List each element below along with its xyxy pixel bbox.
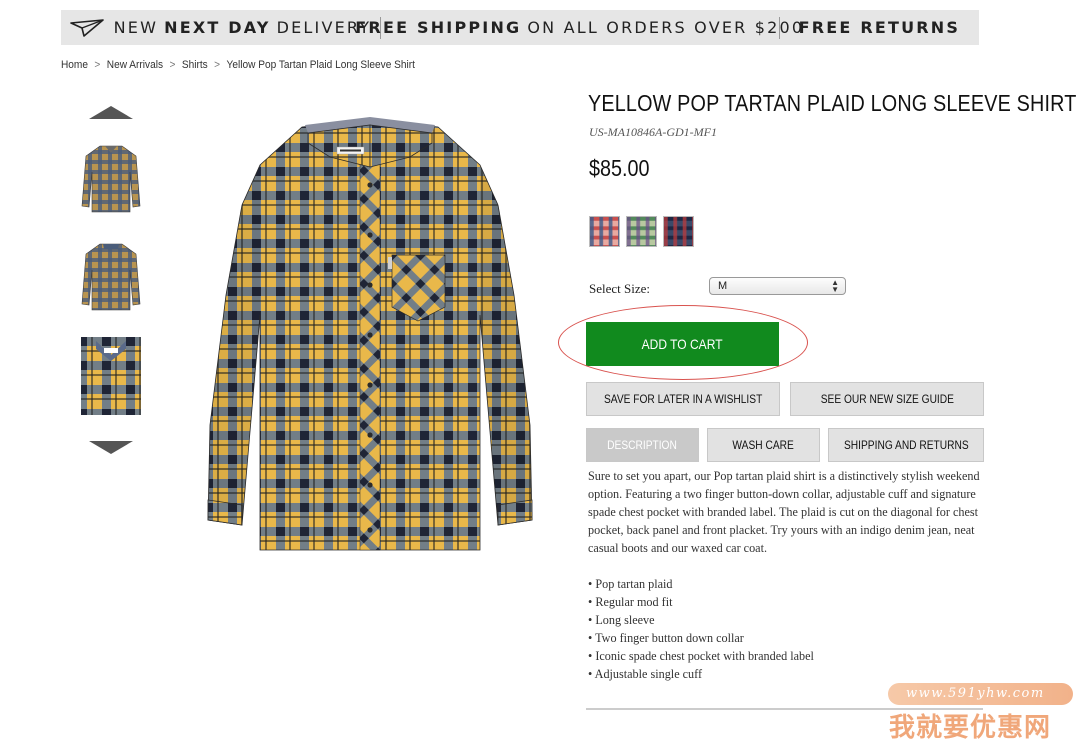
promo-free-shipping-bold: FREE SHIPPING — [355, 18, 522, 37]
arrow-down-icon[interactable] — [89, 441, 133, 454]
breadcrumb-new-arrivals[interactable]: New Arrivals — [107, 59, 163, 71]
breadcrumb-home[interactable]: Home — [61, 59, 88, 71]
promo-free-returns[interactable]: FREE RETURNS — [780, 10, 979, 45]
watermark-url: www.591yhw.com — [906, 686, 1045, 701]
wishlist-label: SAVE FOR LATER IN A WISHLIST — [603, 392, 763, 406]
size-guide-button[interactable]: SEE OUR NEW SIZE GUIDE — [790, 382, 984, 416]
tab-description[interactable]: DESCRIPTION — [586, 428, 699, 462]
tab-wash-care-label: WASH CARE — [732, 438, 795, 452]
size-select-value: M — [718, 280, 728, 292]
feature-item: Adjustable single cuff — [588, 665, 983, 683]
size-label: Select Size: — [589, 281, 651, 296]
tartan-navy-swatch[interactable] — [663, 216, 694, 247]
breadcrumb-separator: > — [94, 59, 101, 71]
product-main-image[interactable] — [180, 95, 560, 565]
tab-description-label: DESCRIPTION — [607, 438, 678, 452]
product-sku: US-MA10846A-GD1-MF1 — [589, 125, 717, 139]
feature-item: Long sleeve — [588, 611, 983, 629]
thumbnail-front[interactable] — [78, 140, 144, 218]
size-guide-label: SEE OUR NEW SIZE GUIDE — [820, 392, 954, 406]
add-to-cart-label: ADD TO CART — [642, 336, 723, 352]
tab-shipping-returns[interactable]: SHIPPING AND RETURNS — [828, 428, 984, 462]
breadcrumb: Home > New Arrivals > Shirts > Yellow Po… — [61, 59, 415, 71]
breadcrumb-separator: > — [169, 59, 176, 71]
feature-item: Pop tartan plaid — [588, 575, 983, 593]
product-description: Sure to set you apart, our Pop tartan pl… — [588, 469, 980, 555]
feature-item: Iconic spade chest pocket with branded l… — [588, 647, 983, 665]
feature-item: Regular mod fit — [588, 593, 983, 611]
feature-list: Pop tartan plaid Regular mod fit Long sl… — [588, 575, 983, 683]
feature-item: Two finger button down collar — [588, 629, 983, 647]
updown-icon: ▲ ▼ — [831, 278, 839, 294]
thumbnail-detail[interactable] — [78, 337, 144, 415]
product-price: $85.00 — [589, 155, 650, 181]
breadcrumb-separator: > — [214, 59, 221, 71]
promo-next-day-bold: NEXT DAY — [164, 18, 271, 37]
wishlist-button[interactable]: SAVE FOR LATER IN A WISHLIST — [586, 382, 780, 416]
paper-plane-icon — [69, 18, 104, 37]
tartan-red-swatch[interactable] — [589, 216, 620, 247]
size-select[interactable]: M ▲ ▼ — [709, 277, 846, 295]
promo-next-day-pre: NEW — [113, 18, 159, 37]
product-title: YELLOW POP TARTAN PLAID LONG SLEEVE SHIR… — [588, 90, 1077, 116]
tab-shipping-returns-label: SHIPPING AND RETURNS — [843, 438, 969, 452]
breadcrumb-shirts[interactable]: Shirts — [182, 59, 208, 71]
promo-bar: NEW NEXT DAY DELIVERY FREE SHIPPING ON A… — [61, 10, 979, 45]
arrow-up-icon[interactable] — [89, 106, 133, 119]
thumbnail-back[interactable] — [78, 238, 144, 316]
promo-next-day[interactable]: NEW NEXT DAY DELIVERY — [61, 10, 380, 45]
promo-free-returns-bold: FREE RETURNS — [798, 18, 961, 37]
breadcrumb-current: Yellow Pop Tartan Plaid Long Sleeve Shir… — [226, 59, 415, 71]
promo-free-shipping[interactable]: FREE SHIPPING ON ALL ORDERS OVER $200 — [355, 10, 802, 45]
add-to-cart-button[interactable]: ADD TO CART — [586, 322, 779, 366]
promo-free-shipping-post: ON ALL ORDERS OVER $200 — [527, 18, 805, 37]
tab-wash-care[interactable]: WASH CARE — [707, 428, 820, 462]
tartan-green-swatch[interactable] — [626, 216, 657, 247]
watermark-text: 我就要优惠网 — [889, 713, 1052, 743]
